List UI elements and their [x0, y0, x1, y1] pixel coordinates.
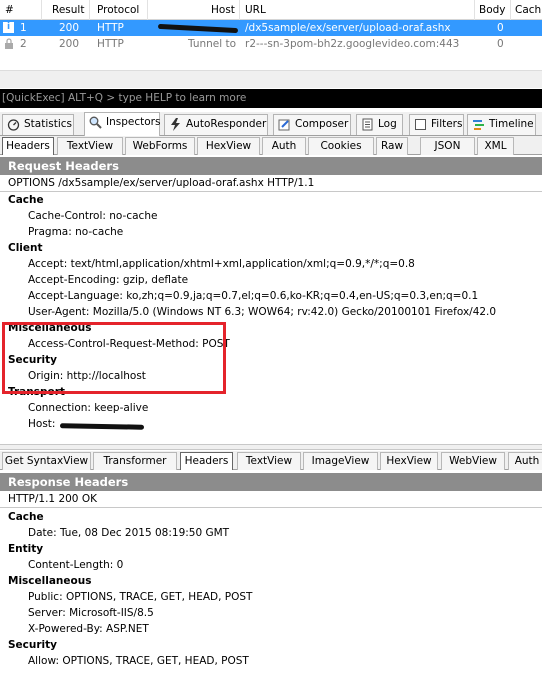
- header-item-host[interactable]: Host:: [0, 418, 542, 434]
- info-icon: i: [3, 22, 14, 33]
- log-icon: [361, 118, 374, 131]
- header-item[interactable]: Accept-Encoding: gzip, deflate: [0, 274, 542, 290]
- tab-filters[interactable]: Filters: [409, 114, 464, 135]
- tab-autoresponder[interactable]: AutoResponder: [164, 114, 268, 135]
- tab-request-json[interactable]: JSON: [420, 137, 475, 155]
- lock-icon: [4, 38, 14, 53]
- quickexec-input[interactable]: [QuickExec] ALT+Q > type HELP to learn m…: [0, 89, 542, 108]
- tab-response-auth[interactable]: Auth: [508, 452, 542, 470]
- col-result[interactable]: Result: [52, 4, 84, 16]
- request-inspector-tabs: Headers TextView WebForms HexView Auth C…: [0, 136, 542, 155]
- col-number[interactable]: #: [5, 4, 14, 16]
- pencil-icon: [278, 118, 291, 131]
- tab-response-textview[interactable]: TextView: [237, 452, 301, 470]
- tab-request-headers[interactable]: Headers: [2, 137, 54, 155]
- tab-inspectors[interactable]: Inspectors: [84, 112, 160, 136]
- highlight-box: [2, 322, 226, 394]
- tab-response-syntaxview[interactable]: Get SyntaxView: [2, 452, 91, 470]
- tab-request-textview[interactable]: TextView: [57, 137, 123, 155]
- col-url[interactable]: URL: [245, 4, 266, 16]
- lightning-icon: [169, 118, 182, 131]
- tab-request-webforms[interactable]: WebForms: [125, 137, 195, 155]
- header-group-entity[interactable]: Entity: [0, 543, 542, 559]
- col-protocol[interactable]: Protocol: [97, 4, 139, 16]
- tab-composer[interactable]: Composer: [273, 114, 351, 135]
- header-group-miscellaneous[interactable]: Miscellaneous: [0, 575, 542, 591]
- header-item[interactable]: Accept: text/html,application/xhtml+xml,…: [0, 258, 542, 274]
- header-item[interactable]: Connection: keep-alive: [0, 402, 542, 418]
- horizontal-scrollbar[interactable]: [0, 70, 542, 88]
- header-item[interactable]: Accept-Language: ko,zh;q=0.9,ja;q=0.7,el…: [0, 290, 542, 306]
- header-item[interactable]: Public: OPTIONS, TRACE, GET, HEAD, POST: [0, 591, 542, 607]
- tab-response-imageview[interactable]: ImageView: [303, 452, 378, 470]
- col-caching[interactable]: Cachi: [515, 4, 542, 16]
- response-header-tree[interactable]: Cache Date: Tue, 08 Dec 2015 08:19:50 GM…: [0, 511, 542, 671]
- col-host[interactable]: Host: [211, 4, 235, 16]
- header-group-security[interactable]: Security: [0, 639, 542, 655]
- header-group-client[interactable]: Client: [0, 242, 542, 258]
- request-headers-title: Request Headers: [0, 157, 542, 175]
- header-group-cache[interactable]: Cache: [0, 194, 542, 210]
- tab-request-cookies[interactable]: Cookies: [308, 137, 374, 155]
- header-item[interactable]: X-Powered-By: ASP.NET: [0, 623, 542, 639]
- tab-log[interactable]: Log: [356, 114, 403, 135]
- tab-statistics[interactable]: Statistics: [2, 114, 74, 135]
- stopwatch-icon: [7, 118, 20, 131]
- timeline-icon: [472, 118, 485, 131]
- response-status-line[interactable]: HTTP/1.1 200 OK: [0, 491, 542, 508]
- main-tabs: Statistics Inspectors AutoResponder Comp…: [0, 112, 542, 136]
- header-item[interactable]: User-Agent: Mozilla/5.0 (Windows NT 6.3;…: [0, 306, 542, 322]
- checkbox-icon: [414, 118, 427, 131]
- col-body[interactable]: Body: [479, 4, 506, 16]
- magnifier-icon: [89, 116, 102, 129]
- redacted-host: [59, 423, 145, 430]
- tab-response-transformer[interactable]: Transformer: [93, 452, 177, 470]
- header-item[interactable]: Cache-Control: no-cache: [0, 210, 542, 226]
- sessions-header: # Result Protocol Host URL Body Cachi: [0, 0, 542, 20]
- request-header-tree[interactable]: Cache Cache-Control: no-cache Pragma: no…: [0, 194, 542, 434]
- header-group-cache[interactable]: Cache: [0, 511, 542, 527]
- session-row[interactable]: i 1 200 HTTP /dx5sample/ex/server/upload…: [0, 20, 542, 36]
- tab-response-hexview[interactable]: HexView: [380, 452, 438, 470]
- header-item[interactable]: Allow: OPTIONS, TRACE, GET, HEAD, POST: [0, 655, 542, 671]
- splitter[interactable]: [0, 444, 542, 450]
- tab-timeline[interactable]: Timeline: [467, 114, 536, 135]
- tab-request-hexview[interactable]: HexView: [197, 137, 260, 155]
- header-item[interactable]: Date: Tue, 08 Dec 2015 08:19:50 GMT: [0, 527, 542, 543]
- header-item[interactable]: Content-Length: 0: [0, 559, 542, 575]
- request-line[interactable]: OPTIONS /dx5sample/ex/server/upload-oraf…: [0, 175, 542, 192]
- tab-request-auth[interactable]: Auth: [262, 137, 306, 155]
- redacted-host: [157, 23, 239, 34]
- tab-request-xml[interactable]: XML: [477, 137, 514, 155]
- tab-response-headers[interactable]: Headers: [180, 452, 233, 470]
- response-headers-title: Response Headers: [0, 473, 542, 491]
- tab-response-webview[interactable]: WebView: [441, 452, 505, 470]
- header-item[interactable]: Server: Microsoft-IIS/8.5: [0, 607, 542, 623]
- response-inspector-tabs: Get SyntaxView Transformer Headers TextV…: [0, 451, 542, 470]
- session-row[interactable]: 2 200 HTTP Tunnel to r2---sn-3pom-bh2z.g…: [0, 36, 542, 52]
- tab-request-raw[interactable]: Raw: [376, 137, 408, 155]
- sessions-grid[interactable]: # Result Protocol Host URL Body Cachi i …: [0, 0, 542, 88]
- header-item[interactable]: Pragma: no-cache: [0, 226, 542, 242]
